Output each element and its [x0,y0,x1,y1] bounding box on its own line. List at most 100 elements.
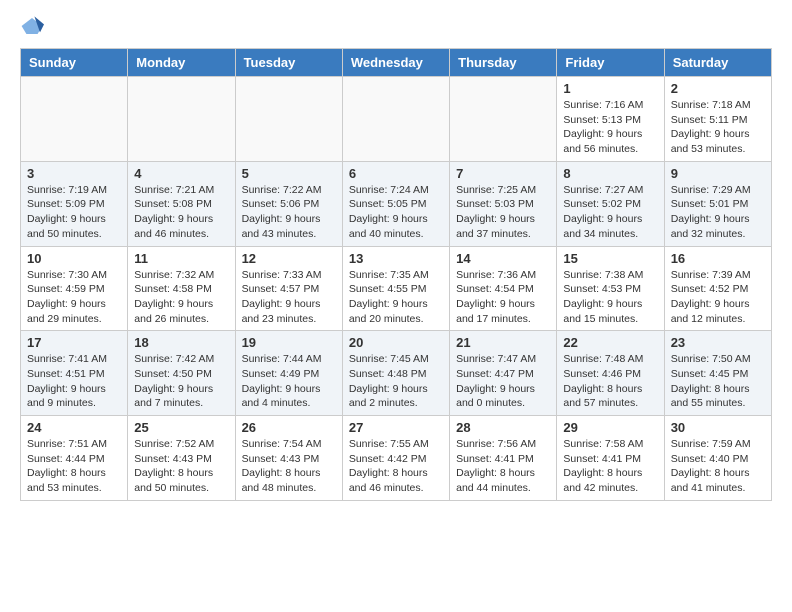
day-number: 14 [456,251,550,266]
calendar-table: SundayMondayTuesdayWednesdayThursdayFrid… [20,48,772,501]
col-header-saturday: Saturday [664,49,771,77]
day-number: 24 [27,420,121,435]
day-info: Sunrise: 7:56 AM Sunset: 4:41 PM Dayligh… [456,437,550,496]
day-number: 13 [349,251,443,266]
calendar-cell: 18Sunrise: 7:42 AM Sunset: 4:50 PM Dayli… [128,331,235,416]
day-number: 10 [27,251,121,266]
day-number: 8 [563,166,657,181]
calendar-cell: 19Sunrise: 7:44 AM Sunset: 4:49 PM Dayli… [235,331,342,416]
col-header-thursday: Thursday [450,49,557,77]
day-info: Sunrise: 7:52 AM Sunset: 4:43 PM Dayligh… [134,437,228,496]
day-number: 5 [242,166,336,181]
day-info: Sunrise: 7:47 AM Sunset: 4:47 PM Dayligh… [456,352,550,411]
col-header-tuesday: Tuesday [235,49,342,77]
calendar-cell [128,77,235,162]
col-header-friday: Friday [557,49,664,77]
day-info: Sunrise: 7:29 AM Sunset: 5:01 PM Dayligh… [671,183,765,242]
calendar-cell: 15 Sunrise: 7:38 AM Sunset: 4:53 PM Dayli… [557,246,664,331]
calendar-header: SundayMondayTuesdayWednesdayThursdayFrid… [21,49,772,77]
day-info: Sunrise: 7:45 AM Sunset: 4:48 PM Dayligh… [349,352,443,411]
calendar-cell: 24 Sunrise: 7:51 AM Sunset: 4:44 PM Dayli… [21,416,128,501]
day-number: 30 [671,420,765,435]
day-info: Sunrise: 7:30 AM Sunset: 4:59 PM Dayligh… [27,268,121,327]
col-header-sunday: Sunday [21,49,128,77]
day-number: 26 [242,420,336,435]
calendar-cell: 2 Sunrise: 7:18 AM Sunset: 5:11 PM Daylig… [664,77,771,162]
calendar-cell: 14 Sunrise: 7:36 AM Sunset: 4:54 PM Dayli… [450,246,557,331]
day-info: Sunrise: 7:35 AM Sunset: 4:55 PM Dayligh… [349,268,443,327]
header [20,16,772,36]
calendar-cell: 9 Sunrise: 7:29 AM Sunset: 5:01 PM Daylig… [664,161,771,246]
day-info: Sunrise: 7:58 AM Sunset: 4:41 PM Dayligh… [563,437,657,496]
day-info: Sunrise: 7:18 AM Sunset: 5:11 PM Dayligh… [671,98,765,157]
calendar-cell: 12 Sunrise: 7:33 AM Sunset: 4:57 PM Dayli… [235,246,342,331]
calendar-cell: 30 Sunrise: 7:59 AM Sunset: 4:40 PM Dayli… [664,416,771,501]
page-container: SundayMondayTuesdayWednesdayThursdayFrid… [0,0,792,517]
calendar-cell: 23 Sunrise: 7:50 AM Sunset: 4:45 PM Dayli… [664,331,771,416]
calendar-cell: 21Sunrise: 7:47 AM Sunset: 4:47 PM Dayli… [450,331,557,416]
calendar-cell [450,77,557,162]
week-row-3: 10 Sunrise: 7:30 AM Sunset: 4:59 PM Dayli… [21,246,772,331]
day-info: Sunrise: 7:36 AM Sunset: 4:54 PM Dayligh… [456,268,550,327]
calendar-cell: 17 Sunrise: 7:41 AM Sunset: 4:51 PM Dayli… [21,331,128,416]
logo [20,16,48,36]
calendar-cell: 8Sunrise: 7:27 AM Sunset: 5:02 PM Daylig… [557,161,664,246]
day-number: 22 [563,335,657,350]
day-info: Sunrise: 7:39 AM Sunset: 4:52 PM Dayligh… [671,268,765,327]
day-info: Sunrise: 7:51 AM Sunset: 4:44 PM Dayligh… [27,437,121,496]
calendar-cell [235,77,342,162]
day-number: 3 [27,166,121,181]
calendar-cell: 10 Sunrise: 7:30 AM Sunset: 4:59 PM Dayli… [21,246,128,331]
calendar-cell: 1 Sunrise: 7:16 AM Sunset: 5:13 PM Daylig… [557,77,664,162]
calendar-cell: 25Sunrise: 7:52 AM Sunset: 4:43 PM Dayli… [128,416,235,501]
day-number: 7 [456,166,550,181]
day-number: 9 [671,166,765,181]
day-number: 20 [349,335,443,350]
calendar-cell: 5 Sunrise: 7:22 AM Sunset: 5:06 PM Daylig… [235,161,342,246]
day-number: 6 [349,166,443,181]
day-info: Sunrise: 7:33 AM Sunset: 4:57 PM Dayligh… [242,268,336,327]
day-number: 23 [671,335,765,350]
day-number: 15 [563,251,657,266]
calendar-cell: 29 Sunrise: 7:58 AM Sunset: 4:41 PM Dayli… [557,416,664,501]
day-number: 27 [349,420,443,435]
calendar-body: 1 Sunrise: 7:16 AM Sunset: 5:13 PM Daylig… [21,77,772,501]
day-info: Sunrise: 7:22 AM Sunset: 5:06 PM Dayligh… [242,183,336,242]
day-number: 2 [671,81,765,96]
day-info: Sunrise: 7:55 AM Sunset: 4:42 PM Dayligh… [349,437,443,496]
day-number: 4 [134,166,228,181]
calendar-cell [21,77,128,162]
day-info: Sunrise: 7:32 AM Sunset: 4:58 PM Dayligh… [134,268,228,327]
day-number: 16 [671,251,765,266]
day-info: Sunrise: 7:54 AM Sunset: 4:43 PM Dayligh… [242,437,336,496]
col-header-wednesday: Wednesday [342,49,449,77]
week-row-2: 3Sunrise: 7:19 AM Sunset: 5:09 PM Daylig… [21,161,772,246]
week-row-5: 24 Sunrise: 7:51 AM Sunset: 4:44 PM Dayli… [21,416,772,501]
calendar-cell [342,77,449,162]
calendar-cell: 7 Sunrise: 7:25 AM Sunset: 5:03 PM Daylig… [450,161,557,246]
day-number: 17 [27,335,121,350]
day-number: 12 [242,251,336,266]
day-info: Sunrise: 7:42 AM Sunset: 4:50 PM Dayligh… [134,352,228,411]
day-info: Sunrise: 7:41 AM Sunset: 4:51 PM Dayligh… [27,352,121,411]
calendar-cell: 27 Sunrise: 7:55 AM Sunset: 4:42 PM Dayli… [342,416,449,501]
day-info: Sunrise: 7:25 AM Sunset: 5:03 PM Dayligh… [456,183,550,242]
calendar-cell: 6 Sunrise: 7:24 AM Sunset: 5:05 PM Daylig… [342,161,449,246]
day-number: 1 [563,81,657,96]
day-info: Sunrise: 7:44 AM Sunset: 4:49 PM Dayligh… [242,352,336,411]
day-number: 29 [563,420,657,435]
day-number: 28 [456,420,550,435]
calendar-cell: 16 Sunrise: 7:39 AM Sunset: 4:52 PM Dayli… [664,246,771,331]
day-info: Sunrise: 7:59 AM Sunset: 4:40 PM Dayligh… [671,437,765,496]
day-number: 11 [134,251,228,266]
day-info: Sunrise: 7:50 AM Sunset: 4:45 PM Dayligh… [671,352,765,411]
day-info: Sunrise: 7:38 AM Sunset: 4:53 PM Dayligh… [563,268,657,327]
day-info: Sunrise: 7:24 AM Sunset: 5:05 PM Dayligh… [349,183,443,242]
calendar-cell: 28 Sunrise: 7:56 AM Sunset: 4:41 PM Dayli… [450,416,557,501]
day-info: Sunrise: 7:21 AM Sunset: 5:08 PM Dayligh… [134,183,228,242]
col-header-monday: Monday [128,49,235,77]
week-row-1: 1 Sunrise: 7:16 AM Sunset: 5:13 PM Daylig… [21,77,772,162]
calendar-cell: 26 Sunrise: 7:54 AM Sunset: 4:43 PM Dayli… [235,416,342,501]
calendar-cell: 13 Sunrise: 7:35 AM Sunset: 4:55 PM Dayli… [342,246,449,331]
day-info: Sunrise: 7:16 AM Sunset: 5:13 PM Dayligh… [563,98,657,157]
